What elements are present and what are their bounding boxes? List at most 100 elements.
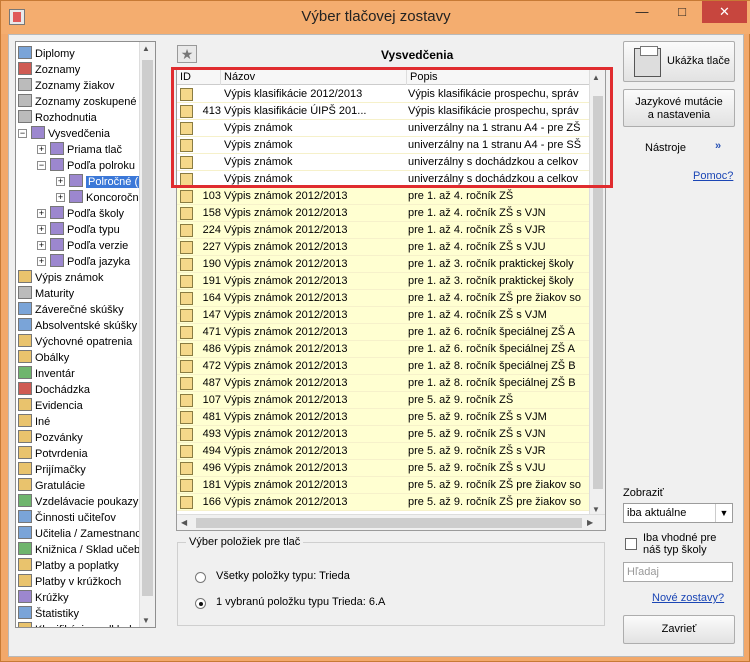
help-link[interactable]: Pomoc? xyxy=(693,170,733,182)
tree-item[interactable]: Knižnica / Sklad učebn xyxy=(18,542,146,558)
expand-icon[interactable]: + xyxy=(37,225,46,234)
table-row[interactable]: 107 Výpis známok 2012/2013 pre 5. až 9. ro… xyxy=(177,392,590,409)
expand-icon[interactable]: + xyxy=(37,209,46,218)
close-window-button[interactable]: ✕ xyxy=(702,1,747,23)
expand-icon[interactable]: + xyxy=(37,241,46,250)
grid-scroll-up-icon[interactable]: ▲ xyxy=(592,73,600,82)
table-row[interactable]: 103 Výpis známok 2012/2013 pre 1. až 4. ro… xyxy=(177,188,590,205)
tree-item[interactable]: Diplomy xyxy=(18,46,75,62)
tree-item[interactable]: + Podľa školy xyxy=(37,206,124,222)
table-row[interactable]: 481 Výpis známok 2012/2013 pre 5. až 9. ro… xyxy=(177,409,590,426)
only-suitable-label[interactable]: Iba vhodné pre náš typ školy xyxy=(643,532,716,556)
table-row[interactable]: 164 Výpis známok 2012/2013 pre 1. až 4. ro… xyxy=(177,290,590,307)
tree-item[interactable]: Absolventské skúšky xyxy=(18,318,137,334)
tree-item[interactable]: + Priama tlač xyxy=(37,142,122,158)
close-button[interactable]: Zavrieť xyxy=(623,615,735,644)
tree-item[interactable]: Pozvánky xyxy=(18,430,83,446)
new-reports-link[interactable]: Nové zostavy? xyxy=(652,592,724,604)
tree-item[interactable]: Výchovné opatrenia xyxy=(18,334,132,350)
grid-vertical-scrollbar[interactable]: ▲ ▼ xyxy=(589,69,605,516)
selected-item-radio[interactable] xyxy=(195,598,206,609)
show-filter-select[interactable]: iba aktuálne ▼ xyxy=(623,503,733,523)
table-row[interactable]: 494 Výpis známok 2012/2013 pre 5. až 9. ro… xyxy=(177,443,590,460)
tree-item[interactable]: Záverečné skúšky xyxy=(18,302,124,318)
dropdown-arrow-icon[interactable]: ▼ xyxy=(715,504,732,522)
table-row[interactable]: 158 Výpis známok 2012/2013 pre 1. až 4. ro… xyxy=(177,205,590,222)
collapse-icon[interactable]: − xyxy=(18,129,27,138)
table-row[interactable]: 471 Výpis známok 2012/2013 pre 1. až 6. ro… xyxy=(177,324,590,341)
selected-item-label[interactable]: 1 vybranú položku typu Trieda: 6.A xyxy=(216,596,385,608)
tree-item[interactable]: Učitelia / Zamestnanci xyxy=(18,526,143,542)
expand-icon[interactable]: + xyxy=(37,257,46,266)
maximize-button[interactable]: □ xyxy=(668,1,696,23)
table-row[interactable]: 191 Výpis známok 2012/2013 pre 1. až 3. ro… xyxy=(177,273,590,290)
grid-vertical-thumb[interactable] xyxy=(593,96,603,489)
language-settings-button[interactable]: Jazykové mutácie a nastavenia xyxy=(623,89,735,127)
tree-item[interactable]: − Podľa polroku xyxy=(37,158,135,174)
tree-item[interactable]: Výpis známok xyxy=(18,270,103,286)
scroll-up-arrow-icon[interactable]: ▲ xyxy=(142,44,150,53)
tree-item[interactable]: Zoznamy žiakov xyxy=(18,78,114,94)
tree-item[interactable]: Potvrdenia xyxy=(18,446,88,462)
minimize-button[interactable]: — xyxy=(628,1,656,23)
tree-item[interactable]: Klasifikácia podklady xyxy=(18,622,137,627)
table-row[interactable]: 496 Výpis známok 2012/2013 pre 5. až 9. ro… xyxy=(177,460,590,477)
table-row[interactable]: 227 Výpis známok 2012/2013 pre 1. až 4. ro… xyxy=(177,239,590,256)
tree-item[interactable]: Vzdelávacie poukazy xyxy=(18,494,138,510)
grid-horizontal-thumb[interactable] xyxy=(196,518,582,528)
tree-item[interactable]: Rozhodnutia xyxy=(18,110,97,126)
table-row[interactable]: Výpis známok univerzálny na 1 stranu A4 -… xyxy=(177,120,590,137)
grid-scroll-left-icon[interactable]: ◀ xyxy=(181,518,187,527)
grid-scroll-down-icon[interactable]: ▼ xyxy=(592,505,600,514)
tree-item[interactable]: Zoznamy xyxy=(18,62,80,78)
only-suitable-checkbox[interactable] xyxy=(625,538,637,550)
tree-item[interactable]: Gratulácie xyxy=(18,478,85,494)
expand-icon[interactable]: + xyxy=(56,177,65,186)
tree-item[interactable]: + Podľa typu xyxy=(37,222,120,238)
tree-item[interactable]: Dochádzka xyxy=(18,382,90,398)
description-column-header[interactable]: Popis xyxy=(407,69,590,85)
tools-label[interactable]: Nástroje xyxy=(645,142,686,154)
name-column-header[interactable]: Názov xyxy=(221,69,407,85)
table-row[interactable]: 190 Výpis známok 2012/2013 pre 1. až 3. ro… xyxy=(177,256,590,273)
table-row[interactable]: 472 Výpis známok 2012/2013 pre 1. až 8. ro… xyxy=(177,358,590,375)
tree-item[interactable]: Prijímačky xyxy=(18,462,86,478)
expand-icon[interactable]: + xyxy=(56,193,65,202)
table-row[interactable]: 413 Výpis klasifikácie ÚIPŠ 201... Výpis k… xyxy=(177,103,590,120)
tree-item[interactable]: Obálky xyxy=(18,350,69,366)
table-row[interactable]: 486 Výpis známok 2012/2013 pre 1. až 6. ro… xyxy=(177,341,590,358)
search-input[interactable]: Hľadaj xyxy=(623,562,733,582)
scroll-down-arrow-icon[interactable]: ▼ xyxy=(142,616,150,625)
tools-chevron-icon[interactable]: » xyxy=(715,140,721,152)
table-row[interactable]: Výpis známok univerzálny s dochádzkou a c… xyxy=(177,171,590,188)
tree-scroll-thumb[interactable] xyxy=(142,60,153,596)
table-row[interactable]: 181 Výpis známok 2012/2013 pre 5. až 9. ro… xyxy=(177,477,590,494)
tree-scrollbar[interactable]: ▲ ▼ xyxy=(139,42,155,627)
collapse-icon[interactable]: − xyxy=(37,161,46,170)
tree-item[interactable]: Inventár xyxy=(18,366,75,382)
report-category-tree[interactable]: Diplomy Zoznamy Zoznamy žiakov Zoznamy zosk… xyxy=(15,41,156,628)
tree-item[interactable]: Zoznamy zoskupené xyxy=(18,94,137,110)
table-row[interactable]: 493 Výpis známok 2012/2013 pre 5. až 9. ro… xyxy=(177,426,590,443)
tree-item[interactable]: Platby a poplatky xyxy=(18,558,119,574)
table-row[interactable]: Výpis klasifikácie 2012/2013 Výpis klasif… xyxy=(177,86,590,103)
tree-item[interactable]: Činnosti učiteľov xyxy=(18,510,116,526)
table-row[interactable]: Výpis známok univerzálny na 1 stranu A4 -… xyxy=(177,137,590,154)
grid-scroll-right-icon[interactable]: ▶ xyxy=(587,518,593,527)
tree-item[interactable]: − Vysvedčenia xyxy=(18,126,110,142)
table-row[interactable]: 487 Výpis známok 2012/2013 pre 1. až 8. ro… xyxy=(177,375,590,392)
tree-item[interactable]: Platby v krúžkoch xyxy=(18,574,121,590)
tree-item[interactable]: Krúžky xyxy=(18,590,69,606)
table-row[interactable]: 166 Výpis známok 2012/2013 pre 5. až 9. ro… xyxy=(177,494,590,511)
tree-item[interactable]: + Podľa jazyka xyxy=(37,254,130,270)
table-row[interactable]: 224 Výpis známok 2012/2013 pre 1. až 4. ro… xyxy=(177,222,590,239)
all-items-radio[interactable] xyxy=(195,572,206,583)
all-items-label[interactable]: Všetky položky typu: Trieda xyxy=(216,570,350,582)
tree-item[interactable]: Evidencia xyxy=(18,398,83,414)
table-row[interactable]: Výpis známok univerzálny s dochádzkou a c… xyxy=(177,154,590,171)
grid-horizontal-scrollbar[interactable]: ◀ ▶ xyxy=(177,514,605,530)
expand-icon[interactable]: + xyxy=(37,145,46,154)
tree-item[interactable]: Maturity xyxy=(18,286,74,302)
tree-item[interactable]: + Podľa verzie xyxy=(37,238,128,254)
print-preview-button[interactable]: Ukážka tlače xyxy=(623,41,735,82)
